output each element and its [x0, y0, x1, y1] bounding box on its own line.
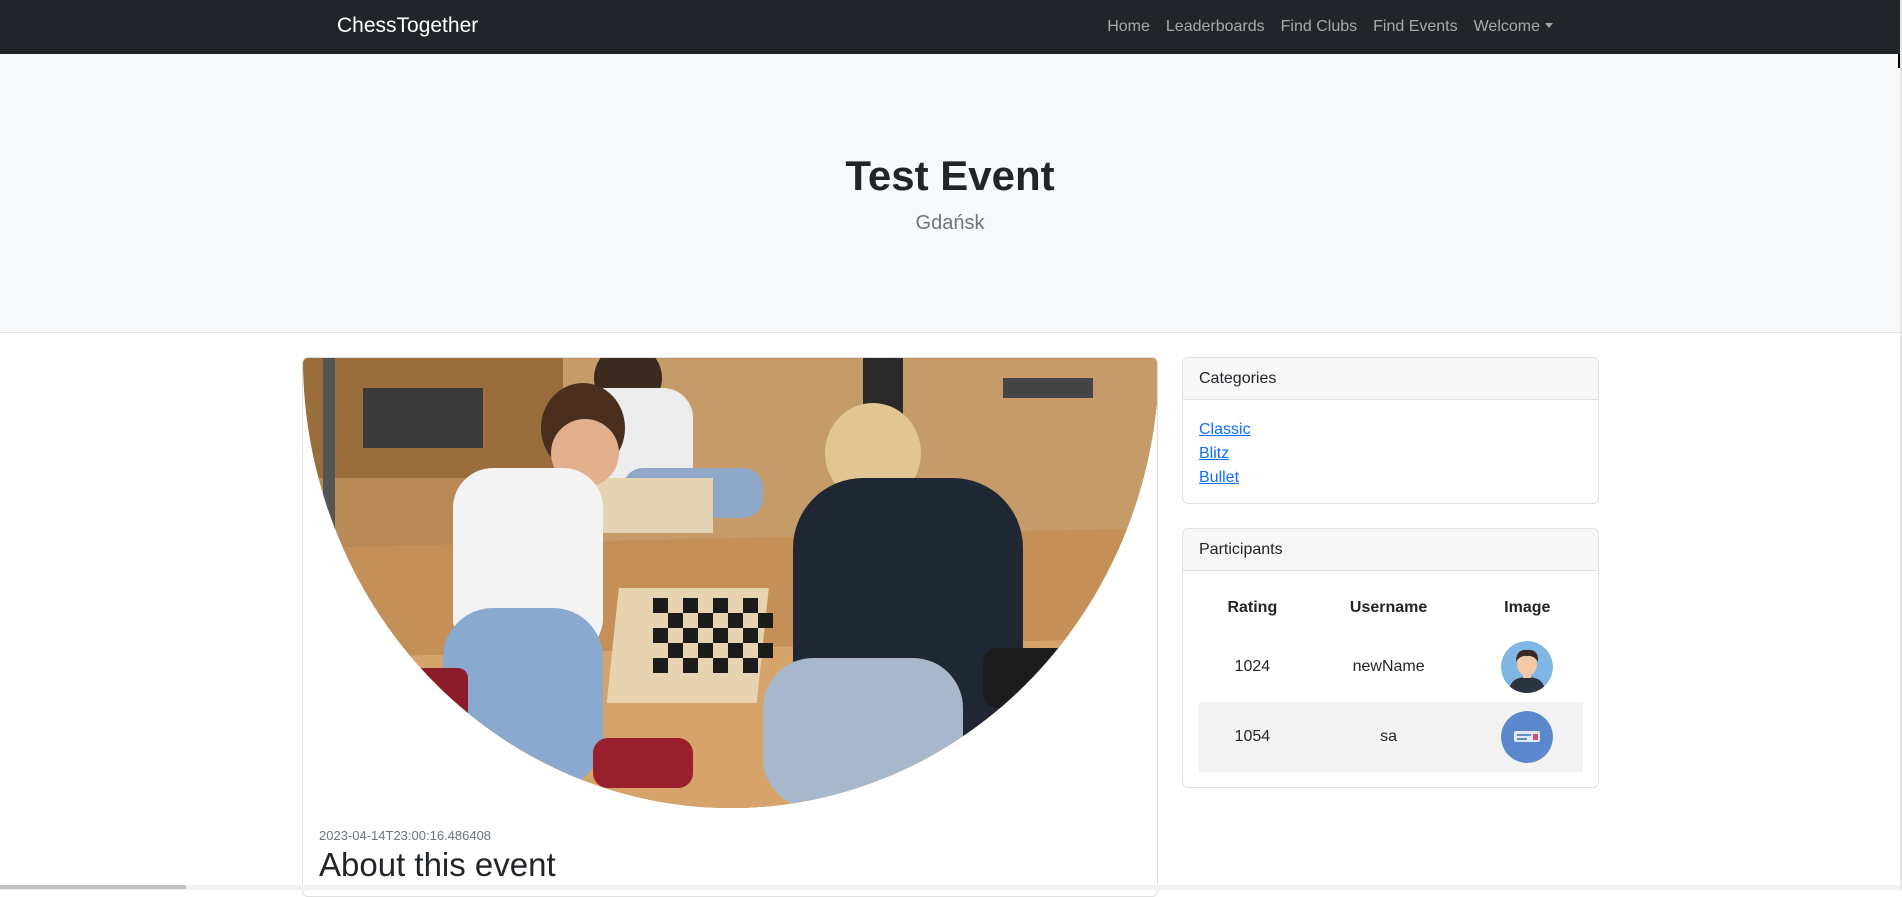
participant-username: sa — [1305, 702, 1472, 772]
col-rating: Rating — [1227, 599, 1278, 616]
category-link-bullet[interactable]: Bullet — [1199, 466, 1582, 490]
categories-header: Categories — [1183, 358, 1598, 400]
blue-badge-avatar-icon — [1501, 711, 1554, 763]
col-username: Username — [1349, 599, 1428, 616]
top-navbar: ChessTogether Home Leaderboards Find Clu… — [0, 0, 1900, 54]
nav-leaderboards[interactable]: Leaderboards — [1166, 18, 1265, 36]
brand-link[interactable]: ChessTogether — [337, 14, 478, 38]
table-row[interactable]: 1054 sa — [1199, 702, 1583, 772]
event-location: Gdańsk — [915, 212, 985, 234]
nav-welcome-dropdown[interactable]: Welcome — [1474, 18, 1553, 36]
horizontal-scrollbar[interactable] — [0, 885, 1900, 890]
table-header-row: Rating Username Image — [1199, 584, 1583, 632]
col-image: Image — [1504, 599, 1551, 616]
nav-find-events[interactable]: Find Events — [1373, 18, 1457, 36]
participants-table: Rating Username Image 1024 newName 1054 … — [1199, 584, 1583, 772]
event-card: 2023-04-14T23:00:16.486408 About this ev… — [302, 357, 1158, 897]
participants-card: Participants Rating Username Image 1024 … — [1182, 528, 1599, 788]
participant-rating: 1054 — [1199, 702, 1306, 772]
text-cursor — [1898, 54, 1900, 68]
about-heading: About this event — [319, 846, 556, 883]
hero-section: Test Event Gdańsk — [0, 54, 1900, 333]
category-link-blitz[interactable]: Blitz — [1199, 442, 1582, 466]
event-date: 2023-04-14T23:00:16.486408 — [319, 828, 492, 843]
participant-rating: 1024 — [1234, 658, 1271, 675]
category-link-classic[interactable]: Classic — [1199, 418, 1582, 442]
event-image — [303, 358, 1157, 808]
male-avatar-icon — [1501, 641, 1554, 693]
nav-home[interactable]: Home — [1107, 18, 1150, 36]
categories-list: Classic Blitz Bullet — [1183, 400, 1598, 490]
horizontal-scrollbar-thumb[interactable] — [0, 885, 186, 889]
nav-links: Home Leaderboards Find Clubs Find Events… — [1091, 0, 1553, 54]
table-row[interactable]: 1024 newName — [1199, 632, 1583, 702]
nav-find-clubs[interactable]: Find Clubs — [1281, 18, 1357, 36]
participant-image-cell — [1472, 632, 1583, 702]
categories-card: Categories Classic Blitz Bullet — [1182, 357, 1599, 504]
page-title: Test Event — [845, 152, 1055, 199]
participant-username: newName — [1352, 658, 1425, 675]
chess-players-photo — [303, 358, 1157, 808]
participant-image-cell — [1471, 702, 1583, 772]
participants-header: Participants — [1183, 529, 1598, 571]
